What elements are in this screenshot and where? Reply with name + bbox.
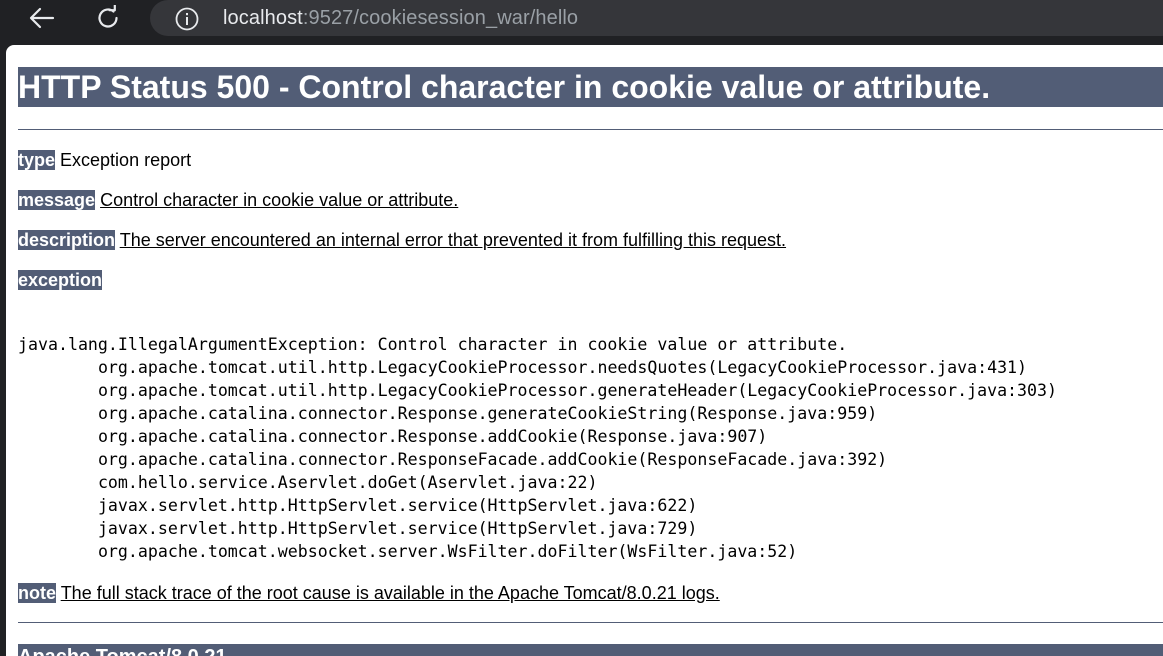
message-label: message bbox=[18, 190, 96, 210]
stack-trace-line: org.apache.catalina.connector.Response.a… bbox=[18, 427, 768, 446]
exception-label: exception bbox=[18, 270, 103, 290]
page-viewport: HTTP Status 500 - Control character in c… bbox=[6, 45, 1163, 656]
url-text[interactable]: localhost:9527/cookiesession_war/hello bbox=[223, 6, 578, 30]
title-divider bbox=[18, 129, 1163, 130]
stack-trace-line: org.apache.tomcat.websocket.server.WsFil… bbox=[18, 542, 798, 561]
exception-row: exception bbox=[18, 269, 103, 291]
back-arrow-icon bbox=[29, 7, 55, 29]
stack-trace: java.lang.IllegalArgumentException: Cont… bbox=[18, 333, 1057, 563]
type-value: Exception report bbox=[60, 150, 192, 170]
note-label: note bbox=[18, 583, 56, 603]
reload-button[interactable] bbox=[90, 2, 126, 34]
message-value: Control character in cookie value or att… bbox=[100, 190, 459, 210]
description-label: description bbox=[18, 230, 116, 250]
browser-toolbar: localhost:9527/cookiesession_war/hello bbox=[0, 0, 1163, 40]
error-page: HTTP Status 500 - Control character in c… bbox=[18, 67, 1163, 656]
reload-icon bbox=[98, 5, 118, 28]
address-bar[interactable]: localhost:9527/cookiesession_war/hello bbox=[150, 0, 1163, 36]
message-row: message Control character in cookie valu… bbox=[18, 189, 458, 211]
stack-trace-line: com.hello.service.Aservlet.doGet(Aservle… bbox=[18, 473, 598, 492]
url-host: localhost bbox=[223, 7, 303, 29]
note-row: note The full stack trace of the root ca… bbox=[18, 582, 720, 604]
stack-trace-line: javax.servlet.http.HttpServlet.service(H… bbox=[18, 519, 698, 538]
type-row: type Exception report bbox=[18, 149, 191, 171]
stack-trace-line: org.apache.tomcat.util.http.LegacyCookie… bbox=[18, 358, 1028, 377]
stack-trace-line: org.apache.tomcat.util.http.LegacyCookie… bbox=[18, 381, 1058, 400]
description-value: The server encountered an internal error… bbox=[119, 230, 787, 250]
server-footer: Apache Tomcat/8.0.21 bbox=[18, 644, 1163, 656]
stack-trace-line: java.lang.IllegalArgumentException: Cont… bbox=[18, 335, 848, 354]
stack-trace-line: org.apache.catalina.connector.ResponseFa… bbox=[18, 450, 888, 469]
note-value: The full stack trace of the root cause i… bbox=[60, 583, 720, 603]
page-title: HTTP Status 500 - Control character in c… bbox=[18, 67, 1163, 107]
back-button[interactable] bbox=[24, 2, 60, 34]
url-path: :9527/cookiesession_war/hello bbox=[302, 7, 579, 29]
footer-divider bbox=[18, 622, 1163, 623]
type-label: type bbox=[18, 150, 56, 170]
info-icon[interactable] bbox=[174, 6, 200, 32]
stack-trace-line: org.apache.catalina.connector.Response.g… bbox=[18, 404, 878, 423]
description-row: description The server encountered an in… bbox=[18, 229, 786, 251]
stack-trace-line: javax.servlet.http.HttpServlet.service(H… bbox=[18, 496, 698, 515]
